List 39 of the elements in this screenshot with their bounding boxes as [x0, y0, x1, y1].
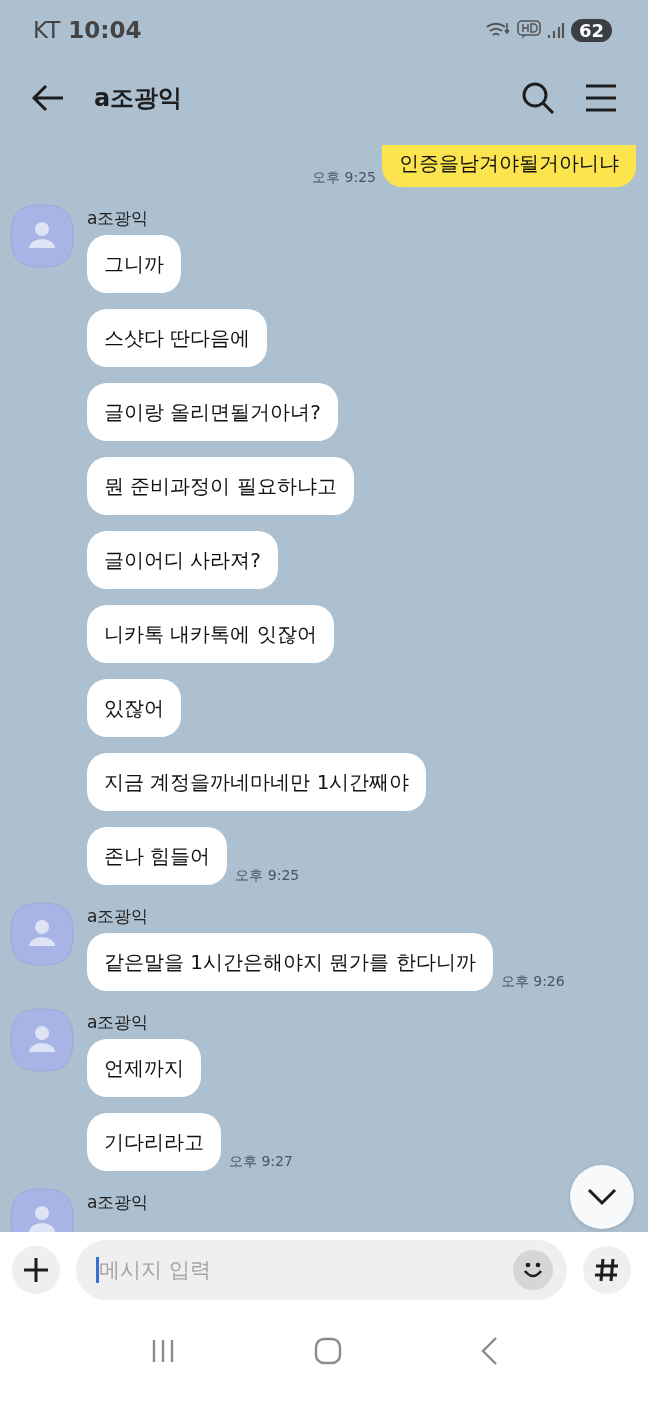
- sender-name: a조광익: [87, 207, 150, 230]
- message-time: 오후 9:27: [229, 1153, 293, 1171]
- received-message: 글이랑 올리면될거아녀?: [87, 383, 338, 441]
- clock-time: 10:04: [68, 17, 142, 43]
- received-message: 있잖어: [87, 679, 181, 737]
- message-time: 오후 9:25: [235, 867, 300, 885]
- received-message: 지금 계정을까네마네만 1시간째야: [87, 753, 427, 811]
- sender-name: a조광익: [87, 1011, 150, 1034]
- home-icon[interactable]: [314, 1337, 342, 1365]
- back-icon[interactable]: [479, 1336, 500, 1366]
- received-message: 글이어디 사라져?: [87, 531, 278, 589]
- message-time: 오후 9:26: [500, 973, 565, 991]
- received-message: 같은말을 1시간은해야지 뭔가를 한다니까: [87, 933, 493, 991]
- plus-icon: [23, 1257, 49, 1283]
- hashtag-button[interactable]: [583, 1246, 631, 1294]
- scroll-down-button[interactable]: [570, 1165, 634, 1229]
- attach-button[interactable]: [12, 1246, 60, 1294]
- hd-voice-icon: [516, 20, 541, 40]
- received-message: 뭔 준비과정이 필요하냐고: [87, 457, 354, 515]
- emoji-button[interactable]: [513, 1250, 553, 1290]
- chat-title: a조광익: [94, 82, 183, 114]
- battery-indicator: 62: [570, 18, 612, 42]
- received-message: 스샷다 딴다음에: [87, 309, 268, 367]
- hashtag-icon: [594, 1257, 620, 1283]
- back-arrow-icon[interactable]: [30, 82, 66, 113]
- chevron-down-icon: [587, 1188, 617, 1206]
- sender-name: a조광익: [87, 1191, 149, 1214]
- received-message: 언제까지: [87, 1039, 201, 1097]
- sent-message: 인증을남겨야될거아니냐: [382, 145, 636, 187]
- received-message: 니카톡 내카톡에 잇잖어: [87, 605, 334, 663]
- received-message: 기다리라고: [87, 1113, 221, 1171]
- message-input-field[interactable]: 메시지 입력: [76, 1240, 567, 1300]
- menu-icon[interactable]: [584, 82, 618, 113]
- signal-icon: [546, 21, 565, 39]
- received-message: 존나 힘들어: [87, 827, 228, 885]
- carrier-label: KT: [33, 17, 61, 43]
- message-time: 오후 9:25: [312, 169, 376, 187]
- sender-name: a조광익: [87, 905, 150, 928]
- received-message: 그니까: [87, 235, 181, 293]
